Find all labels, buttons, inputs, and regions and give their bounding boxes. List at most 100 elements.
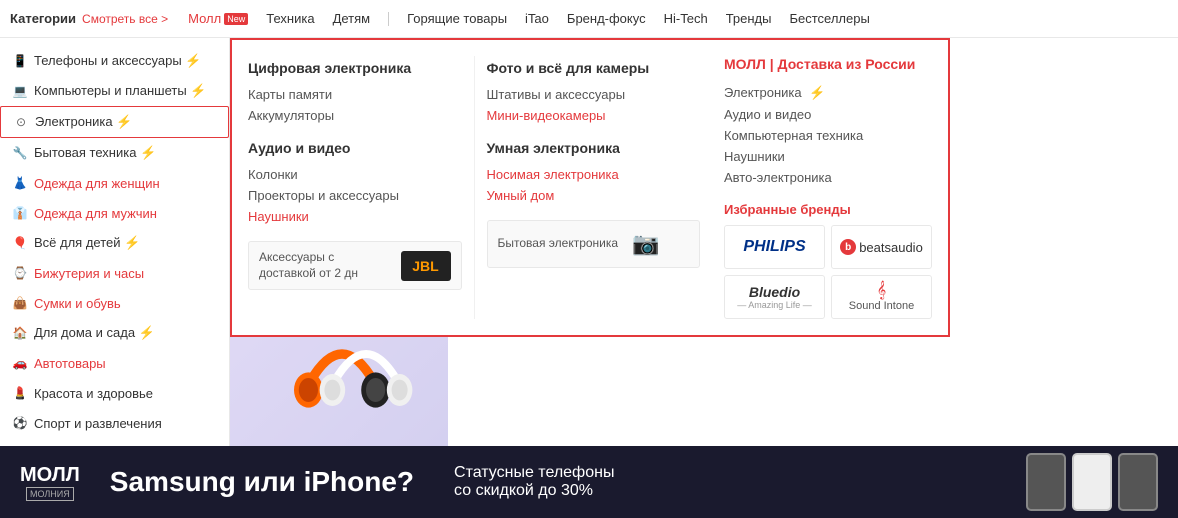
sidebar-item-phones[interactable]: 📱 Телефоны и аксессуары ⚡ [0,46,229,76]
bottom-banner-heading: Samsung или iPhone? [110,466,414,498]
bluedio-logo: Bluedio — Amazing Life — [737,284,812,310]
memory-cards-link[interactable]: Карты памяти [248,84,462,105]
sidebar-item-sport[interactable]: ⚽ Спорт и развлечения [0,408,229,438]
dark-phone-2 [1118,453,1158,511]
lightning-icon-phones: ⚡ [185,53,201,68]
moll-title: МОЛЛ | Доставка из России [724,56,932,72]
lightning-icon-appliances: ⚡ [140,145,156,160]
nav-item-hitech[interactable]: Hi-Tech [664,11,708,26]
dropdown-col-2: Фото и всё для камеры Штативы и аксессуа… [474,56,713,319]
minicam-link[interactable]: Мини-видеокамеры [487,105,701,126]
auto-icon: 🚗 [12,355,28,371]
soundintone-brand-card[interactable]: 𝄞 Sound Intone [831,275,932,319]
camera-brand-card[interactable]: Бытовая электроника 📷 [487,220,701,268]
nav-separator-1 [388,12,389,26]
sidebar-item-women[interactable]: 👗 Одежда для женщин [0,168,229,198]
sport-icon: ⚽ [12,415,28,431]
audio-video-section: Аудио и видео Колонки Проекторы и аксесс… [248,140,462,227]
brand-logos-grid: PHILIPS b beatsaudio Bluedio — Amazing L… [724,225,932,319]
sidebar-item-home[interactable]: 🏠 Для дома и сада ⚡ [0,318,229,348]
dropdown-panel: Цифровая электроника Карты памяти Аккуму… [230,38,950,337]
home-icon: 🏠 [12,325,28,341]
sidebar-item-men[interactable]: 👔 Одежда для мужчин [0,198,229,228]
sidebar: 📱 Телефоны и аксессуары ⚡ 💻 Компьютеры и… [0,38,230,446]
moll-auto-electronics-link[interactable]: Авто-электроника [724,167,932,188]
beats-circle: b [840,239,856,255]
nav-item-itao[interactable]: iTao [525,11,549,26]
computer-icon: 💻 [12,83,28,99]
dark-phone [1026,453,1066,511]
women-icon: 👗 [12,175,28,191]
electronics-icon: ⊙ [13,114,29,130]
dropdown-col-3: МОЛЛ | Доставка из России Электроника ⚡ … [712,56,932,319]
moll-headphones-link[interactable]: Наушники [724,146,932,167]
sidebar-item-auto[interactable]: 🚗 Автотовары [0,348,229,378]
kids-icon: 🎈 [12,235,28,251]
moll-computers-link[interactable]: Компьютерная техника [724,125,932,146]
sidebar-item-kids[interactable]: 🎈 Всё для детей ⚡ [0,228,229,258]
men-icon: 👔 [12,205,28,221]
sidebar-item-computers[interactable]: 💻 Компьютеры и планшеты ⚡ [0,76,229,106]
headphones-link[interactable]: Наушники [248,206,462,227]
bottom-banner-logo-sub: МОЛНИЯ [26,487,74,501]
bottom-banner-right [1026,453,1158,511]
bluedio-brand-card[interactable]: Bluedio — Amazing Life — [724,275,825,319]
bottom-banner-description: Статусные телефоны со скидкой до 30% [454,464,614,500]
lightning-icon-home: ⚡ [139,325,155,340]
moll-electronics-link[interactable]: Электроника ⚡ [724,82,932,104]
wearable-link[interactable]: Носимая электроника [487,164,701,185]
nav-item-brand[interactable]: Бренд-фокус [567,11,646,26]
beats-logo: b beatsaudio [840,239,923,255]
photo-section: Фото и всё для камеры Штативы и аксессуа… [487,60,701,126]
lightning-icon-computers: ⚡ [190,83,206,98]
beats-brand-card[interactable]: b beatsaudio [831,225,932,269]
nav-item-moll[interactable]: Молл New [188,11,248,26]
tripods-link[interactable]: Штативы и аксессуары [487,84,701,105]
digital-electronics-section: Цифровая электроника Карты памяти Аккуму… [248,60,462,126]
beauty-icon: 💄 [12,385,28,401]
sidebar-item-appliances[interactable]: 🔧 Бытовая техника ⚡ [0,138,229,168]
white-phone [1072,453,1112,511]
philips-logo: PHILIPS [743,238,805,256]
lightning-icon: ⚡ [809,85,825,100]
appliance-icon: 🔧 [12,145,28,161]
sidebar-item-bags[interactable]: 👜 Сумки и обувь [0,288,229,318]
nav-item-hot[interactable]: Горящие товары [407,11,507,26]
nav-items: Молл New Техника Детям Горящие товары iT… [188,11,870,26]
bags-icon: 👜 [12,295,28,311]
batteries-link[interactable]: Аккумуляторы [248,105,462,126]
smart-electronics-section: Умная электроника Носимая электроника Ум… [487,140,701,206]
bottom-banner-logo-text: МОЛЛ [20,464,80,487]
audio-video-title: Аудио и видео [248,140,462,156]
projectors-link[interactable]: Проекторы и аксессуары [248,185,462,206]
nav-item-tech[interactable]: Техника [266,11,314,26]
speakers-link[interactable]: Колонки [248,164,462,185]
lightning-icon-kids: ⚡ [124,235,140,250]
nav-item-bestsellers[interactable]: Бестселлеры [789,11,869,26]
jbl-icon: JBL [401,251,451,281]
moll-audio-link[interactable]: Аудио и видео [724,104,932,125]
bottom-banner: МОЛЛ МОЛНИЯ Samsung или iPhone? Статусны… [0,446,1178,518]
philips-brand-card[interactable]: PHILIPS [724,225,825,269]
categories-label: Категории [10,11,76,26]
dropdown-col-1: Цифровая электроника Карты памяти Аккуму… [248,56,474,319]
bottom-banner-logo: МОЛЛ МОЛНИЯ [20,464,80,501]
digital-electronics-title: Цифровая электроника [248,60,462,76]
phone-icon: 📱 [12,53,28,69]
camera-icon: 📷 [626,229,666,259]
smart-electronics-title: Умная электроника [487,140,701,156]
main-container: 📱 Телефоны и аксессуары ⚡ 💻 Компьютеры и… [0,38,1178,446]
phone-mockup [1026,453,1158,511]
jbl-brand-card[interactable]: Аксессуары с доставкой от 2 дн JBL [248,241,462,290]
sidebar-item-jewelry[interactable]: ⌚ Бижутерия и часы [0,258,229,288]
lightning-icon-electronics: ⚡ [116,114,132,129]
nav-item-trends[interactable]: Тренды [726,11,772,26]
new-badge: New [224,13,248,25]
smart-home-link[interactable]: Умный дом [487,185,701,206]
sidebar-item-electronics[interactable]: ⊙ Электроника ⚡ [0,106,229,138]
see-all-link[interactable]: Смотреть все > [82,12,168,26]
sidebar-item-beauty[interactable]: 💄 Красота и здоровье [0,378,229,408]
jewelry-icon: ⌚ [12,265,28,281]
nav-item-kids[interactable]: Детям [333,11,371,26]
top-navigation: Категории Смотреть все > Молл New Техник… [0,0,1178,38]
